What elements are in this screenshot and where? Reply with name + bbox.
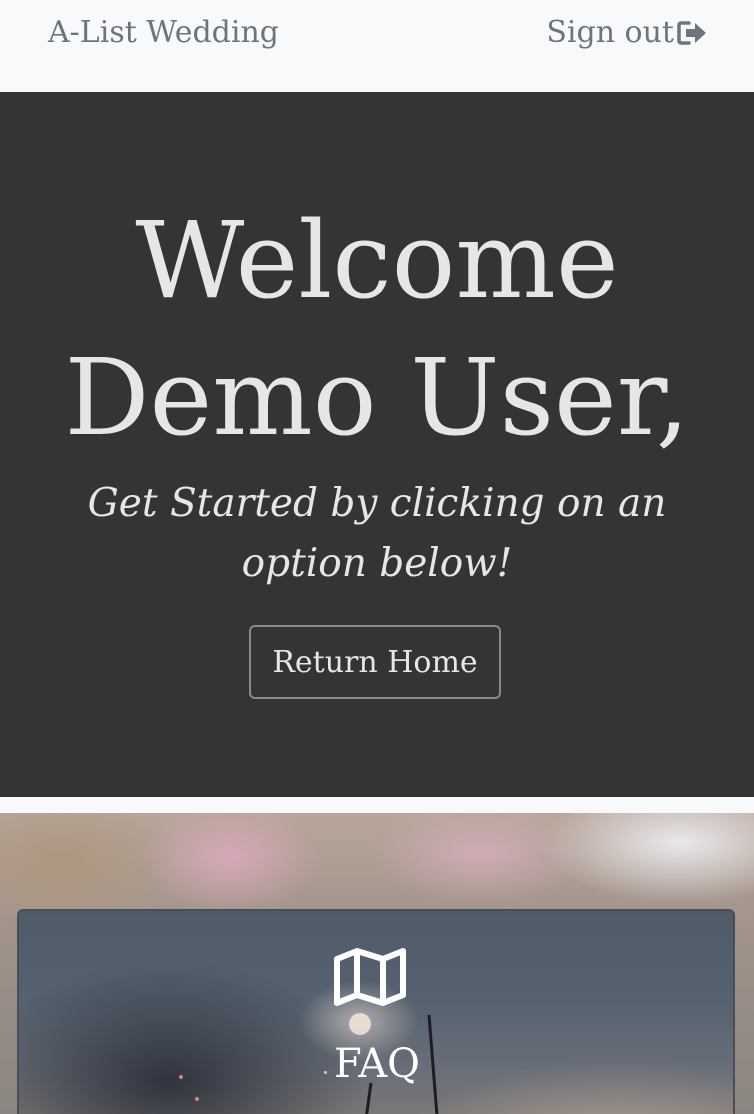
return-home-button[interactable]: Return Home (249, 625, 501, 699)
background-light (349, 1013, 371, 1035)
welcome-hero: Welcome Demo User, Get Started by clicki… (0, 92, 754, 797)
sign-out-label: Sign out (546, 15, 674, 50)
top-navbar: A-List Wedding Sign out (0, 0, 754, 92)
brand-link[interactable]: A-List Wedding (48, 15, 279, 50)
get-started-subtitle: Get Started by clicking on an option bel… (87, 481, 667, 586)
welcome-heading: Welcome Demo User, (0, 192, 754, 466)
sign-out-icon (677, 20, 706, 45)
background-light (195, 1097, 199, 1101)
map-icon (334, 948, 406, 1006)
faq-card[interactable]: FAQ (17, 909, 735, 1114)
sign-out-link[interactable]: Sign out (546, 15, 708, 50)
welcome-line: Welcome (135, 199, 619, 322)
user-name-line: Demo User, (64, 336, 690, 459)
faq-card-title: FAQ (334, 1041, 420, 1087)
options-section: FAQ (0, 813, 754, 1114)
